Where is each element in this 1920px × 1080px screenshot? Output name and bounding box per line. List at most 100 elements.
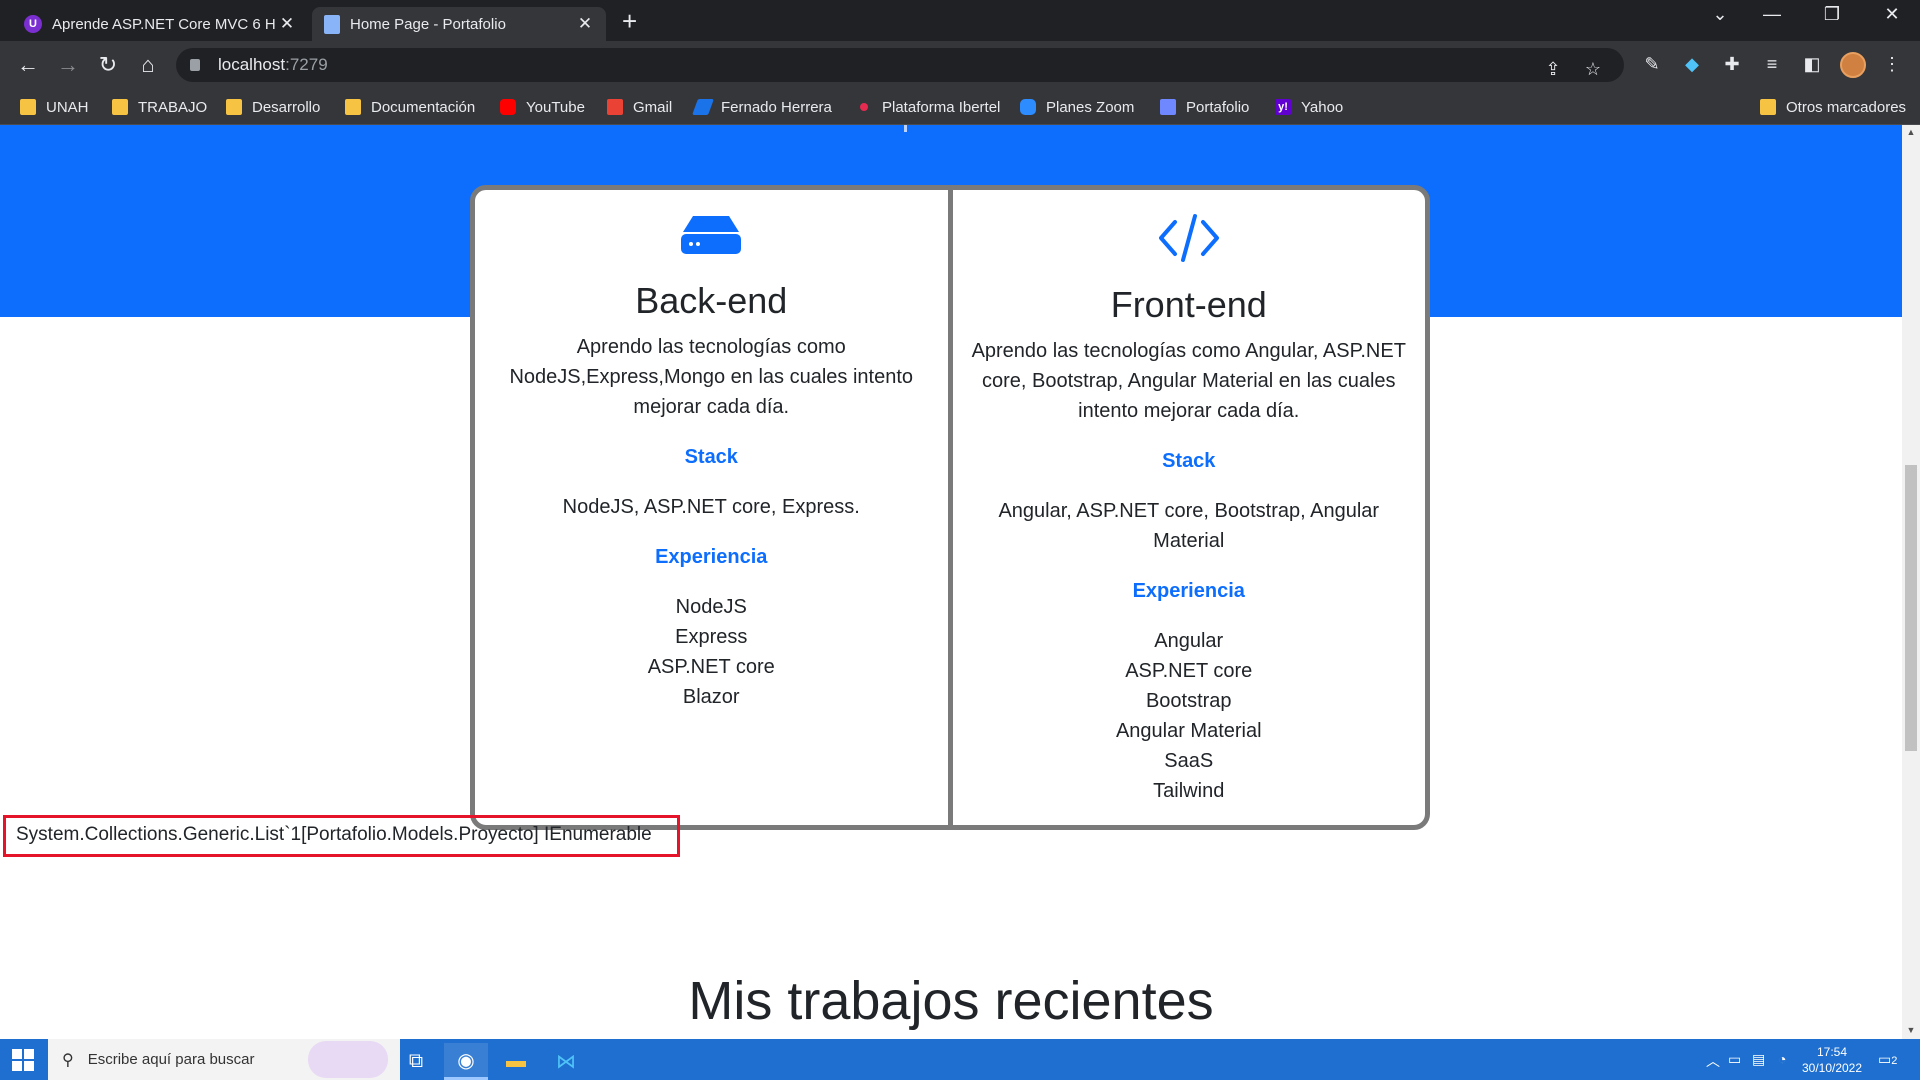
bookmarks-bar: UNAH TRABAJO Desarrollo Documentación Yo… bbox=[0, 89, 1920, 125]
chrome-app-icon[interactable]: ◉ bbox=[444, 1043, 488, 1080]
bookmark-documentacion[interactable]: Documentación bbox=[345, 97, 475, 117]
site-icon bbox=[692, 99, 714, 115]
experience-item: ASP.NET core bbox=[1125, 660, 1253, 682]
notification-center[interactable]: ▭2 bbox=[1878, 1051, 1897, 1068]
stack-text: NodeJS, ASP.NET core, Express. bbox=[562, 496, 860, 518]
profile-avatar[interactable] bbox=[1840, 52, 1866, 78]
experience-item: SaaS bbox=[1164, 750, 1214, 772]
site-icon bbox=[860, 103, 868, 111]
tab-search-icon[interactable]: ⌄ bbox=[1700, 4, 1740, 25]
clock-time: 17:54 bbox=[1816, 1045, 1848, 1059]
meet-now-icon[interactable]: ▭ bbox=[1728, 1051, 1741, 1068]
tray-chevron-icon[interactable]: ︿ bbox=[1706, 1051, 1720, 1071]
taskbar-search-placeholder: Escribe aquí para buscar bbox=[87, 1051, 255, 1068]
windows-taskbar: ⚲ Escribe aquí para buscar ⧉ ◉ ▬ ⋈ ︿ ▭ ▤… bbox=[0, 1039, 1920, 1080]
taskbar-search[interactable]: ⚲ Escribe aquí para buscar bbox=[48, 1039, 400, 1080]
notification-icon: ▭ bbox=[1878, 1051, 1892, 1067]
url-port: :7279 bbox=[285, 55, 328, 74]
bookmark-label: Desarrollo bbox=[252, 98, 321, 116]
udemy-favicon-icon: U bbox=[24, 15, 42, 33]
forward-icon[interactable]: → bbox=[54, 51, 82, 79]
address-bar[interactable]: localhost:7279 ⇪ ☆ bbox=[176, 48, 1624, 82]
experience-heading: Experiencia bbox=[1132, 580, 1245, 602]
task-view-icon[interactable]: ⧉ bbox=[394, 1043, 438, 1080]
battery-icon[interactable]: ▤ bbox=[1752, 1051, 1765, 1068]
side-panel-icon[interactable]: ◧ bbox=[1800, 52, 1824, 76]
bookmark-gmail[interactable]: Gmail bbox=[607, 97, 672, 117]
bookmark-label: Plataforma Ibertel bbox=[882, 98, 1001, 116]
experience-item: NodeJS bbox=[675, 596, 747, 618]
gmail-icon bbox=[607, 99, 623, 115]
extensions-puzzle-icon[interactable]: ✚ bbox=[1720, 52, 1744, 76]
reload-icon[interactable]: ↻ bbox=[94, 51, 122, 79]
bookmark-desarrollo[interactable]: Desarrollo bbox=[226, 97, 320, 117]
tab-title: Aprende ASP.NET Core MVC 6 H bbox=[52, 15, 276, 33]
zoom-icon bbox=[1020, 99, 1036, 115]
bookmark-unah[interactable]: UNAH bbox=[20, 97, 89, 117]
scroll-down-icon[interactable]: ▼ bbox=[1906, 1025, 1916, 1035]
minimize-icon[interactable]: — bbox=[1752, 4, 1792, 25]
bookmark-fernado-herrera[interactable]: Fernado Herrera bbox=[692, 97, 832, 117]
close-tab-icon[interactable]: ✕ bbox=[278, 14, 296, 34]
folder-icon bbox=[226, 99, 242, 115]
card-title: Back-end bbox=[635, 280, 788, 321]
bookmark-plataforma-ibertel[interactable]: Plataforma Ibertel bbox=[856, 97, 1000, 117]
bookmark-label: Portafolio bbox=[1186, 98, 1250, 116]
diamond-extension-icon[interactable]: ◆ bbox=[1680, 52, 1704, 76]
bookmark-yahoo[interactable]: y! Yahoo bbox=[1275, 97, 1343, 117]
scrollbar-thumb[interactable] bbox=[1905, 465, 1917, 751]
back-icon[interactable]: ← bbox=[14, 51, 42, 79]
chrome-menu-icon[interactable]: ⋮ bbox=[1880, 52, 1904, 76]
experience-item: ASP.NET core bbox=[647, 656, 775, 678]
experience-item: Bootstrap bbox=[1145, 690, 1232, 712]
card-description: Aprendo las tecnologías como Angular, AS… bbox=[971, 340, 1406, 422]
share-icon[interactable]: ⇪ bbox=[1540, 56, 1566, 82]
bookmark-label: UNAH bbox=[46, 98, 89, 116]
experience-item: Angular Material bbox=[1115, 720, 1262, 742]
section-title: Mis trabajos recientes bbox=[688, 971, 1214, 1031]
folder-icon bbox=[20, 99, 36, 115]
folder-icon bbox=[112, 99, 128, 115]
browser-tab[interactable]: U Aprende ASP.NET Core MVC 6 H ✕ bbox=[12, 7, 308, 41]
vscode-icon[interactable]: ⋈ bbox=[544, 1043, 588, 1080]
bookmark-planes-zoom[interactable]: Planes Zoom bbox=[1020, 97, 1134, 117]
close-window-icon[interactable]: ✕ bbox=[1872, 4, 1912, 25]
hero-decoration bbox=[904, 125, 907, 132]
experience-item: Blazor bbox=[682, 686, 740, 708]
bookmark-label: Yahoo bbox=[1301, 98, 1344, 116]
windows-start-icon[interactable] bbox=[12, 1049, 34, 1071]
experience-list: Angular ASP.NET core Bootstrap Angular M… bbox=[953, 626, 1426, 806]
other-bookmarks[interactable]: Otros marcadores bbox=[1760, 97, 1906, 117]
folder-icon bbox=[1760, 99, 1776, 115]
page-viewport: Back-end Aprendo las tecnologías como No… bbox=[0, 125, 1902, 1039]
wifi-icon[interactable]: ◔ bbox=[1778, 1051, 1786, 1067]
close-tab-icon[interactable]: ✕ bbox=[576, 14, 594, 34]
server-icon bbox=[681, 216, 742, 254]
experience-item: Express bbox=[675, 626, 748, 648]
browser-tab-active[interactable]: Home Page - Portafolio ✕ bbox=[312, 7, 606, 41]
search-highlight-image[interactable] bbox=[308, 1041, 388, 1078]
site-icon bbox=[1160, 99, 1176, 115]
bookmark-trabajo[interactable]: TRABAJO bbox=[112, 97, 207, 117]
scroll-up-icon[interactable]: ▲ bbox=[1906, 127, 1916, 137]
bookmark-portafolio[interactable]: Portafolio bbox=[1160, 97, 1249, 117]
lock-icon[interactable] bbox=[190, 59, 200, 71]
restore-icon[interactable]: ❐ bbox=[1812, 4, 1852, 25]
experience-heading: Experiencia bbox=[655, 546, 768, 568]
yahoo-icon: y! bbox=[1275, 99, 1291, 115]
new-tab-icon[interactable]: + bbox=[622, 8, 637, 34]
experience-item: Angular bbox=[1154, 630, 1224, 652]
bookmark-star-icon[interactable]: ☆ bbox=[1580, 56, 1606, 82]
file-explorer-icon[interactable]: ▬ bbox=[494, 1043, 538, 1080]
pen-extension-icon[interactable]: ✎ bbox=[1640, 52, 1664, 76]
search-icon: ⚲ bbox=[62, 1051, 74, 1069]
folder-icon bbox=[345, 99, 361, 115]
media-queue-icon[interactable]: ≡ bbox=[1760, 52, 1784, 76]
home-icon[interactable]: ⌂ bbox=[134, 51, 162, 79]
frontend-card: Front-end Aprendo las tecnologías como A… bbox=[947, 190, 1426, 825]
bookmark-youtube[interactable]: YouTube bbox=[500, 97, 585, 117]
stack-heading: Stack bbox=[1162, 450, 1216, 472]
taskbar-clock[interactable]: 17:54 30/10/2022 bbox=[1800, 1044, 1864, 1076]
backend-card: Back-end Aprendo las tecnologías como No… bbox=[475, 190, 948, 825]
page-scrollbar[interactable]: ▲ ▼ bbox=[1902, 125, 1920, 1039]
